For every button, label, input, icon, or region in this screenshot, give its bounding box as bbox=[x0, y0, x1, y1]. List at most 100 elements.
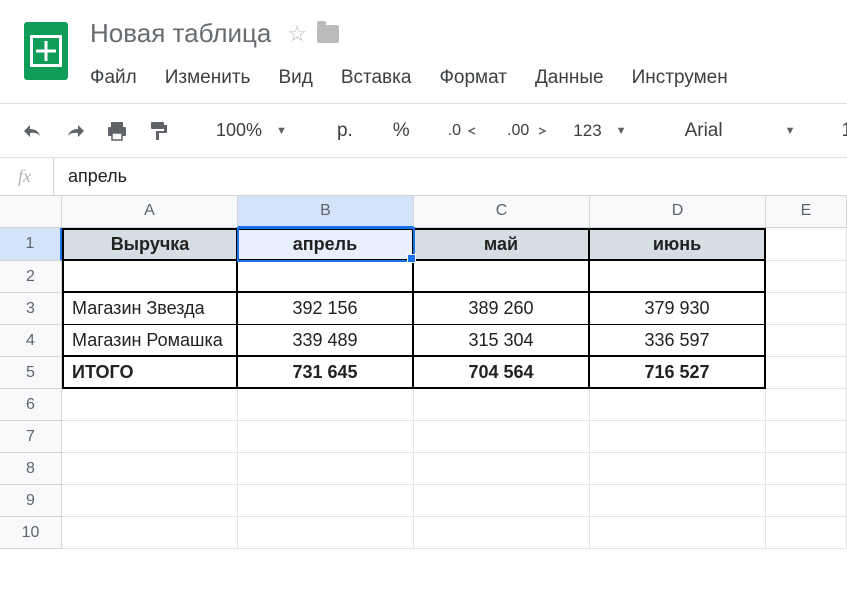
chevron-down-icon: ▼ bbox=[276, 125, 287, 137]
cell-e10[interactable] bbox=[766, 517, 847, 549]
redo-button[interactable] bbox=[56, 116, 94, 146]
row-header-7[interactable]: 7 bbox=[0, 421, 62, 453]
percent-button[interactable]: % bbox=[375, 114, 428, 148]
menu-format[interactable]: Формат bbox=[425, 63, 521, 93]
cell-a4[interactable]: Магазин Ромашка bbox=[62, 325, 238, 357]
font-dropdown[interactable]: Arial ▼ bbox=[659, 114, 804, 148]
cell-b7[interactable] bbox=[238, 421, 414, 453]
cell-e6[interactable] bbox=[766, 389, 847, 421]
chevron-down-icon: ▼ bbox=[785, 125, 796, 137]
col-header-a[interactable]: A bbox=[62, 196, 238, 228]
increase-decimal-button[interactable]: .00 bbox=[491, 116, 555, 146]
sheets-logo-icon[interactable] bbox=[24, 22, 68, 80]
logo-wrap bbox=[0, 8, 84, 80]
cell-d7[interactable] bbox=[590, 421, 766, 453]
col-header-e[interactable]: E bbox=[766, 196, 847, 228]
cell-d3[interactable]: 379 930 bbox=[590, 293, 766, 325]
title-area: Новая таблица ☆ Файл Изменить Вид Вставк… bbox=[84, 8, 847, 103]
cell-b8[interactable] bbox=[238, 453, 414, 485]
row-header-8[interactable]: 8 bbox=[0, 453, 62, 485]
select-all-corner[interactable] bbox=[0, 196, 62, 228]
cell-a3[interactable]: Магазин Звезда bbox=[62, 293, 238, 325]
cell-e5[interactable] bbox=[766, 357, 847, 389]
cell-c3[interactable]: 389 260 bbox=[414, 293, 590, 325]
cell-b9[interactable] bbox=[238, 485, 414, 517]
cell-c5[interactable]: 704 564 bbox=[414, 357, 590, 389]
cell-a7[interactable] bbox=[62, 421, 238, 453]
cell-a8[interactable] bbox=[62, 453, 238, 485]
cell-c7[interactable] bbox=[414, 421, 590, 453]
cell-c2[interactable] bbox=[414, 261, 590, 293]
cell-e8[interactable] bbox=[766, 453, 847, 485]
formula-input[interactable] bbox=[54, 158, 847, 195]
col-header-d[interactable]: D bbox=[590, 196, 766, 228]
menu-data[interactable]: Данные bbox=[521, 63, 618, 93]
row-header-4[interactable]: 4 bbox=[0, 325, 62, 357]
cell-d4[interactable]: 336 597 bbox=[590, 325, 766, 357]
cell-b10[interactable] bbox=[238, 517, 414, 549]
fx-icon: fx bbox=[0, 166, 53, 187]
cell-e2[interactable] bbox=[766, 261, 847, 293]
cell-e9[interactable] bbox=[766, 485, 847, 517]
cell-c8[interactable] bbox=[414, 453, 590, 485]
cell-d2[interactable] bbox=[590, 261, 766, 293]
more-formats-dropdown[interactable]: 123 ▼ bbox=[559, 115, 634, 147]
cell-c1[interactable]: май bbox=[414, 228, 590, 261]
cell-e3[interactable] bbox=[766, 293, 847, 325]
formula-bar: fx bbox=[0, 158, 847, 196]
row-header-10[interactable]: 10 bbox=[0, 517, 62, 549]
row-header-2[interactable]: 2 bbox=[0, 261, 62, 293]
cell-b2[interactable] bbox=[238, 261, 414, 293]
row-header-1[interactable]: 1 bbox=[0, 228, 62, 261]
row-header-6[interactable]: 6 bbox=[0, 389, 62, 421]
cell-d5[interactable]: 716 527 bbox=[590, 357, 766, 389]
spreadsheet-grid: A B C D E 1 Выручка апрель май июнь 2 3 … bbox=[0, 196, 847, 549]
row-header-9[interactable]: 9 bbox=[0, 485, 62, 517]
currency-button[interactable]: р. bbox=[319, 114, 371, 148]
col-header-c[interactable]: C bbox=[414, 196, 590, 228]
cell-e7[interactable] bbox=[766, 421, 847, 453]
undo-button[interactable] bbox=[14, 116, 52, 146]
cell-e1[interactable] bbox=[766, 228, 847, 261]
cell-a5[interactable]: ИТОГО bbox=[62, 357, 238, 389]
font-size-input[interactable]: 10 bbox=[827, 114, 847, 148]
toolbar: 100% ▼ р. % .0 .00 123 ▼ Arial ▼ 10 bbox=[0, 104, 847, 158]
star-icon[interactable]: ☆ bbox=[287, 21, 307, 47]
cell-d9[interactable] bbox=[590, 485, 766, 517]
row-header-5[interactable]: 5 bbox=[0, 357, 62, 389]
print-button[interactable] bbox=[98, 115, 136, 147]
cell-b1[interactable]: апрель bbox=[238, 228, 414, 261]
row-header-3[interactable]: 3 bbox=[0, 293, 62, 325]
cell-e4[interactable] bbox=[766, 325, 847, 357]
cell-c6[interactable] bbox=[414, 389, 590, 421]
paint-format-button[interactable] bbox=[140, 114, 178, 148]
menu-file[interactable]: Файл bbox=[84, 63, 151, 93]
title-row: Новая таблица ☆ bbox=[84, 16, 847, 51]
cell-d1[interactable]: июнь bbox=[590, 228, 766, 261]
menubar: Файл Изменить Вид Вставка Формат Данные … bbox=[84, 63, 847, 103]
menu-view[interactable]: Вид bbox=[264, 63, 326, 93]
decrease-decimal-button[interactable]: .0 bbox=[432, 116, 487, 146]
document-title[interactable]: Новая таблица bbox=[84, 16, 277, 51]
cell-c10[interactable] bbox=[414, 517, 590, 549]
cell-c4[interactable]: 315 304 bbox=[414, 325, 590, 357]
cell-b5[interactable]: 731 645 bbox=[238, 357, 414, 389]
zoom-dropdown[interactable]: 100% ▼ bbox=[202, 114, 295, 147]
cell-a2[interactable] bbox=[62, 261, 238, 293]
cell-d8[interactable] bbox=[590, 453, 766, 485]
cell-a9[interactable] bbox=[62, 485, 238, 517]
cell-d10[interactable] bbox=[590, 517, 766, 549]
cell-b6[interactable] bbox=[238, 389, 414, 421]
menu-insert[interactable]: Вставка bbox=[327, 63, 426, 93]
cell-b3[interactable]: 392 156 bbox=[238, 293, 414, 325]
menu-tools[interactable]: Инструмен bbox=[618, 63, 742, 93]
cell-a6[interactable] bbox=[62, 389, 238, 421]
cell-a10[interactable] bbox=[62, 517, 238, 549]
cell-b4[interactable]: 339 489 bbox=[238, 325, 414, 357]
cell-d6[interactable] bbox=[590, 389, 766, 421]
cell-a1[interactable]: Выручка bbox=[62, 228, 238, 261]
col-header-b[interactable]: B bbox=[238, 196, 414, 228]
folder-icon[interactable] bbox=[317, 25, 339, 43]
menu-edit[interactable]: Изменить bbox=[151, 63, 265, 93]
cell-c9[interactable] bbox=[414, 485, 590, 517]
